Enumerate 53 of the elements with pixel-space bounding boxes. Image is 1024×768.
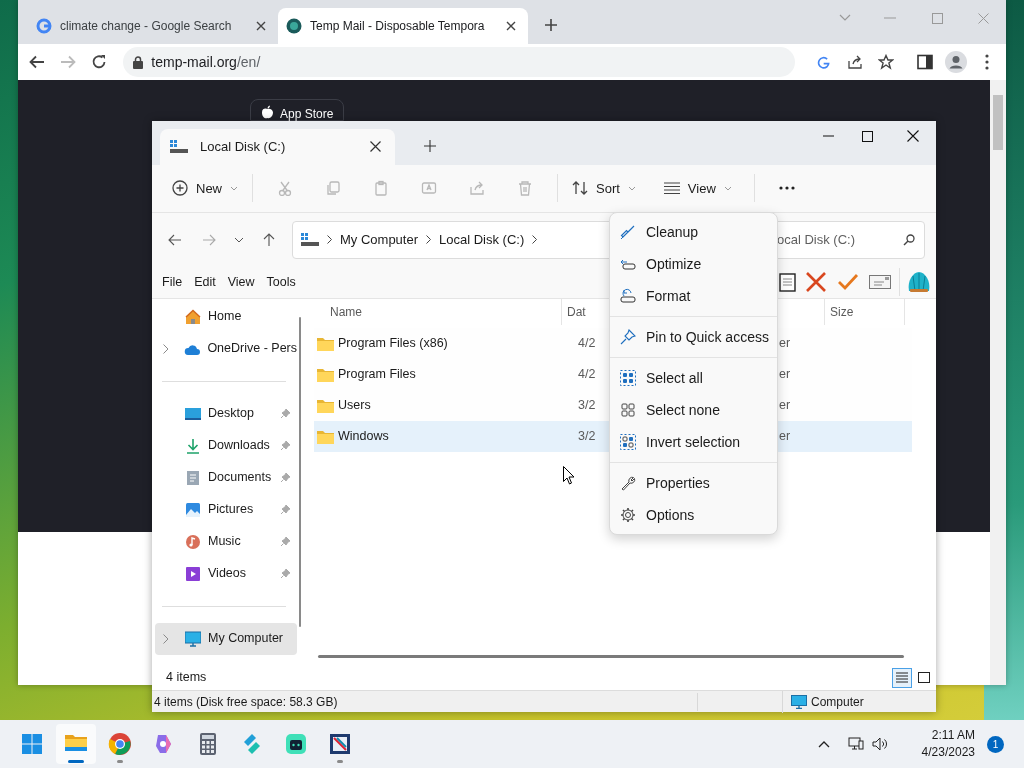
sidebar-item[interactable]: My Computer: [155, 622, 297, 655]
sidebar-item[interactable]: Videos: [155, 557, 297, 590]
file-name: Program Files: [338, 365, 417, 383]
file-type: er: [779, 396, 792, 414]
column-header[interactable]: Name: [314, 298, 562, 325]
location-text: Computer: [811, 693, 864, 711]
column-header[interactable]: Size: [825, 298, 905, 325]
sidebar-item[interactable]: OneDrive - Pers: [155, 332, 297, 365]
breadcrumb-item[interactable]: My Computer: [340, 230, 419, 250]
notification-badge[interactable]: 1: [987, 735, 1004, 753]
sort-button[interactable]: Sort: [566, 171, 642, 206]
sidebar-item[interactable]: Desktop: [155, 397, 297, 430]
menu-item[interactable]: Options: [610, 499, 777, 531]
menu-item[interactable]: Format: [610, 280, 777, 312]
menu-item[interactable]: File: [156, 272, 189, 292]
sidebar-item[interactable]: Documents: [155, 461, 297, 494]
file-name: Users: [338, 396, 372, 414]
sidebar-item[interactable]: Pictures: [155, 493, 297, 526]
file-type: er: [779, 427, 792, 445]
view-button[interactable]: View: [657, 171, 738, 206]
url-text: temp-mail.org/en/: [151, 52, 261, 72]
menu-item[interactable]: Tools: [260, 272, 302, 292]
clock[interactable]: 2:11 AM 4/23/2023: [901, 727, 975, 761]
file-date: 4/2: [578, 365, 597, 383]
browser-tab[interactable]: climate change - Google Search: [28, 8, 278, 44]
tab-title: Local Disk (C:): [200, 138, 287, 157]
sidebar-item[interactable]: Downloads: [155, 429, 297, 462]
menu-item[interactable]: Pin to Quick access: [610, 321, 777, 353]
browser-tab[interactable]: Temp Mail - Disposable Tempora: [278, 8, 528, 44]
tab-title: Temp Mail - Disposable Tempora: [310, 18, 486, 35]
file-type: er: [779, 334, 792, 352]
menu-item[interactable]: Select all: [610, 362, 777, 394]
menu-item[interactable]: Invert selection: [610, 426, 777, 458]
menu-item[interactable]: Properties: [610, 467, 777, 499]
explorer-tab[interactable]: Local Disk (C:): [160, 128, 395, 165]
new-button[interactable]: New: [166, 171, 244, 206]
menu-item[interactable]: Select none: [610, 394, 777, 426]
file-name: Windows: [338, 427, 390, 445]
menu-item[interactable]: View: [221, 272, 261, 292]
file-date: 3/2: [578, 396, 597, 414]
file-name: Program Files (x86): [338, 334, 449, 352]
item-count: 4 items: [166, 669, 207, 687]
tab-title: climate change - Google Search: [60, 18, 233, 35]
menu-item[interactable]: Edit: [188, 272, 222, 292]
status-text: 4 items (Disk free space: 58.3 GB): [152, 692, 698, 711]
app-store-button[interactable]: App Store: [250, 99, 345, 121]
file-date: 4/2: [578, 334, 597, 352]
file-type: er: [779, 365, 792, 383]
sidebar-item[interactable]: Music: [155, 525, 297, 558]
address-bar[interactable]: temp-mail.org/en/: [123, 47, 796, 77]
sidebar-item[interactable]: Home: [155, 300, 297, 333]
breadcrumb-item[interactable]: Local Disk (C:): [439, 230, 525, 250]
file-date: 3/2: [578, 427, 597, 445]
